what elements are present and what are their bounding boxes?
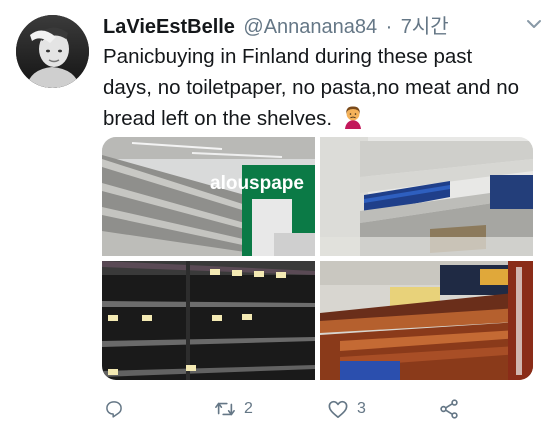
chevron-down-icon[interactable] <box>526 16 542 34</box>
reply-icon <box>106 401 122 418</box>
avatar[interactable] <box>16 15 89 88</box>
tweet-text: Panicbuying in Finland during these past… <box>103 41 523 138</box>
share-icon <box>440 399 458 419</box>
retweet-button[interactable]: 2 <box>214 397 253 421</box>
display-name[interactable]: LaVieEstBelle <box>103 16 235 38</box>
photo-empty-shelves-4[interactable] <box>320 261 533 380</box>
like-button[interactable]: 3 <box>327 397 366 421</box>
reply-button[interactable] <box>104 397 132 421</box>
retweet-icon <box>215 402 235 416</box>
photo-empty-shelves-1[interactable]: alouspape <box>102 137 315 256</box>
media-grid: alouspape <box>102 137 533 380</box>
tweet-actions: 2 3 <box>104 397 484 421</box>
photo-empty-shelves-2[interactable] <box>320 137 533 256</box>
avatar-image <box>16 15 89 88</box>
timestamp[interactable]: 7시간 <box>401 16 449 38</box>
share-button[interactable] <box>438 397 460 421</box>
photo1-sign-text: alouspape <box>210 173 304 194</box>
separator-dot: · <box>385 16 393 38</box>
user-handle[interactable]: @Annanana84 <box>243 16 377 38</box>
heart-icon <box>328 400 348 418</box>
woman-frowning-emoji-icon <box>341 105 365 138</box>
tweet-header: LaVieEstBelle @Annanana84 · 7시간 <box>103 10 530 38</box>
tweet-text-content: Panicbuying in Finland during these past… <box>103 45 519 130</box>
like-count: 3 <box>357 400 366 417</box>
retweet-count: 2 <box>244 400 253 417</box>
photo-empty-shelves-3[interactable] <box>102 261 315 380</box>
